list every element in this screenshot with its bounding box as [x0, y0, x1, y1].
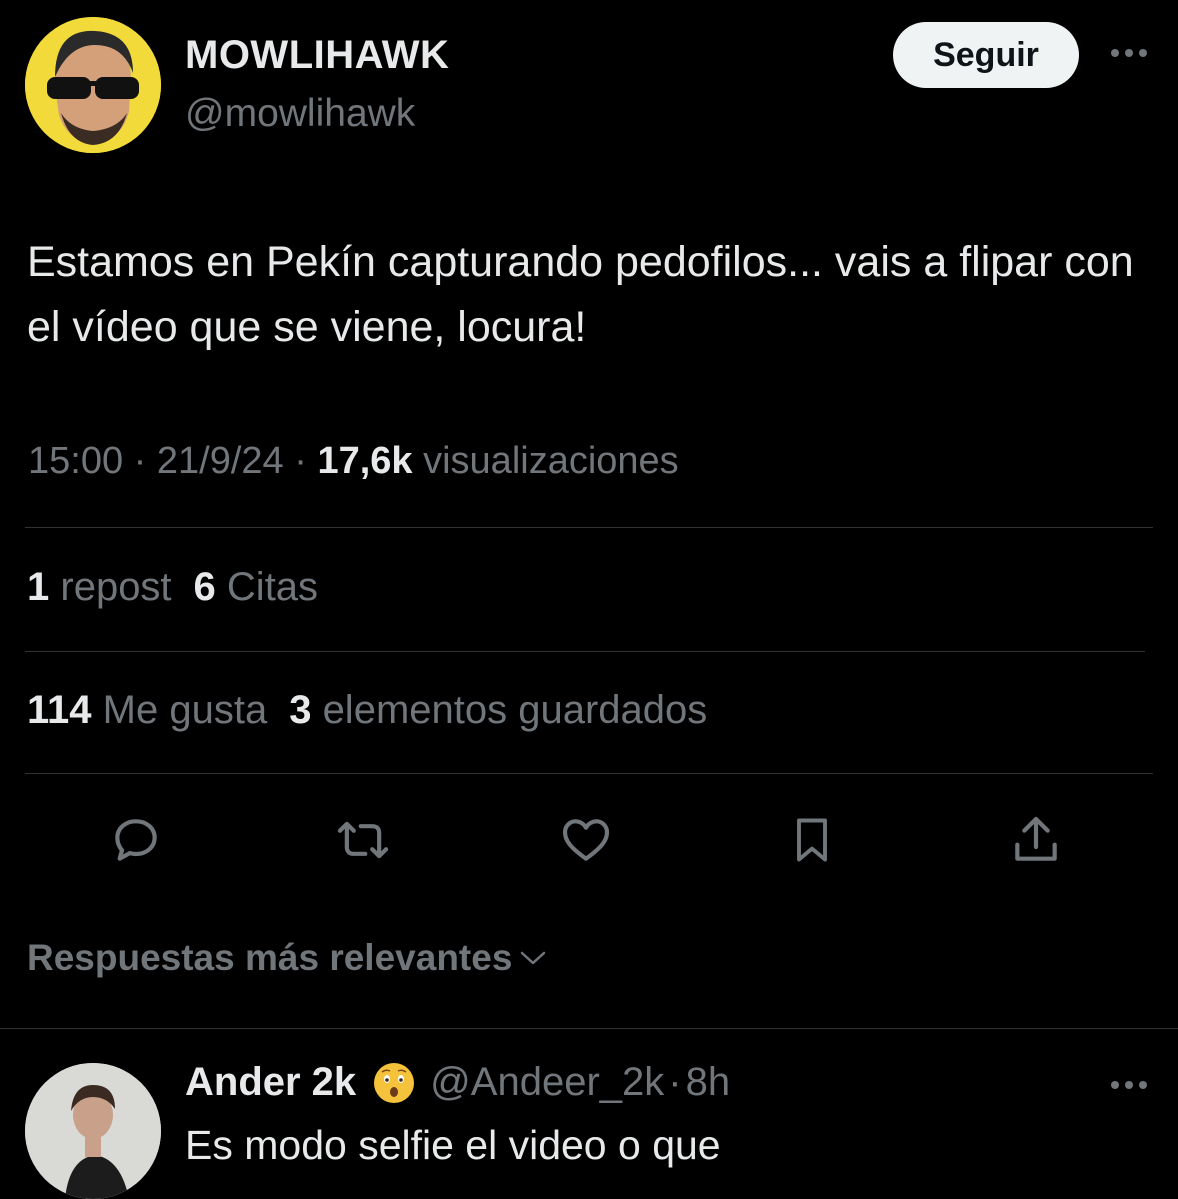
- share-button[interactable]: [1006, 810, 1066, 870]
- views-label: visualizaciones: [423, 440, 679, 482]
- replies-sort-dropdown[interactable]: Respuestas más relevantes: [27, 937, 548, 979]
- divider: [0, 1028, 1178, 1029]
- like-button[interactable]: [556, 810, 616, 870]
- reply-author-avatar[interactable]: [25, 1063, 161, 1199]
- more-horizontal-icon: [1111, 49, 1147, 57]
- tweet-time[interactable]: 15:00: [28, 440, 123, 482]
- bookmark-icon: [797, 818, 827, 862]
- author-avatar[interactable]: [25, 17, 161, 153]
- likes-count: 114: [27, 688, 92, 732]
- views-count: 17,6k: [317, 440, 413, 482]
- likes-label: Me gusta: [102, 688, 268, 732]
- author-handle[interactable]: @mowlihawk: [185, 92, 415, 136]
- share-icon: [1015, 816, 1057, 861]
- tweet-header: MOWLIHAWK @mowlihawk Seguir: [0, 0, 1178, 160]
- reply-author-handle[interactable]: @Andeer_2k: [430, 1060, 664, 1105]
- astonished-face-icon: [372, 1061, 416, 1105]
- more-horizontal-icon: [1111, 1081, 1147, 1089]
- divider: [25, 773, 1153, 774]
- author-name[interactable]: MOWLIHAWK: [185, 33, 449, 78]
- reposts-link[interactable]: 1 repost: [27, 565, 172, 609]
- divider: [25, 651, 1145, 652]
- repost-stats: 1 repost 6 Citas: [27, 565, 318, 610]
- chevron-down-icon: [521, 951, 546, 965]
- likes-link[interactable]: 114 Me gusta: [27, 688, 267, 732]
- reply-icon: [115, 819, 157, 861]
- reply-button[interactable]: [106, 810, 166, 870]
- more-options-button[interactable]: [1106, 38, 1152, 68]
- quotes-count: 6: [193, 565, 216, 609]
- reply-text: Es modo selfie el video o que: [185, 1122, 721, 1168]
- reply-author-name[interactable]: Ander 2k: [185, 1060, 356, 1105]
- meta-separator: ·: [133, 440, 147, 482]
- reply-more-options-button[interactable]: [1106, 1070, 1152, 1100]
- reposts-count: 1: [27, 565, 50, 609]
- follow-button[interactable]: Seguir: [893, 22, 1079, 88]
- meta-separator: ·: [294, 440, 307, 482]
- repost-icon: [337, 821, 389, 859]
- replies-sort-label: Respuestas más relevantes: [27, 937, 513, 978]
- bookmarks-link[interactable]: 3 elementos guardados: [289, 688, 707, 732]
- repost-button[interactable]: [333, 810, 393, 870]
- tweet-text: Estamos en Pekín capturando pedofilos...…: [27, 238, 1134, 351]
- bookmarks-count: 3: [289, 688, 312, 732]
- bookmark-button[interactable]: [782, 810, 842, 870]
- like-icon: [562, 819, 610, 861]
- divider: [25, 527, 1153, 528]
- reply-time[interactable]: 8h: [686, 1060, 731, 1105]
- reply-separator: ·: [668, 1060, 682, 1104]
- like-stats: 114 Me gusta 3 elementos guardados: [27, 688, 707, 733]
- bookmarks-label: elementos guardados: [322, 688, 708, 732]
- tweet-date[interactable]: 21/9/24: [157, 440, 284, 482]
- tweet-meta: 15:00 · 21/9/24 · 17,6k visualizaciones: [28, 440, 679, 483]
- reply-header: Ander 2k @Andeer_2k · 8h: [185, 1060, 730, 1105]
- reposts-label: repost: [60, 565, 172, 609]
- quotes-link[interactable]: 6 Citas: [194, 565, 319, 609]
- quotes-label: Citas: [226, 565, 319, 609]
